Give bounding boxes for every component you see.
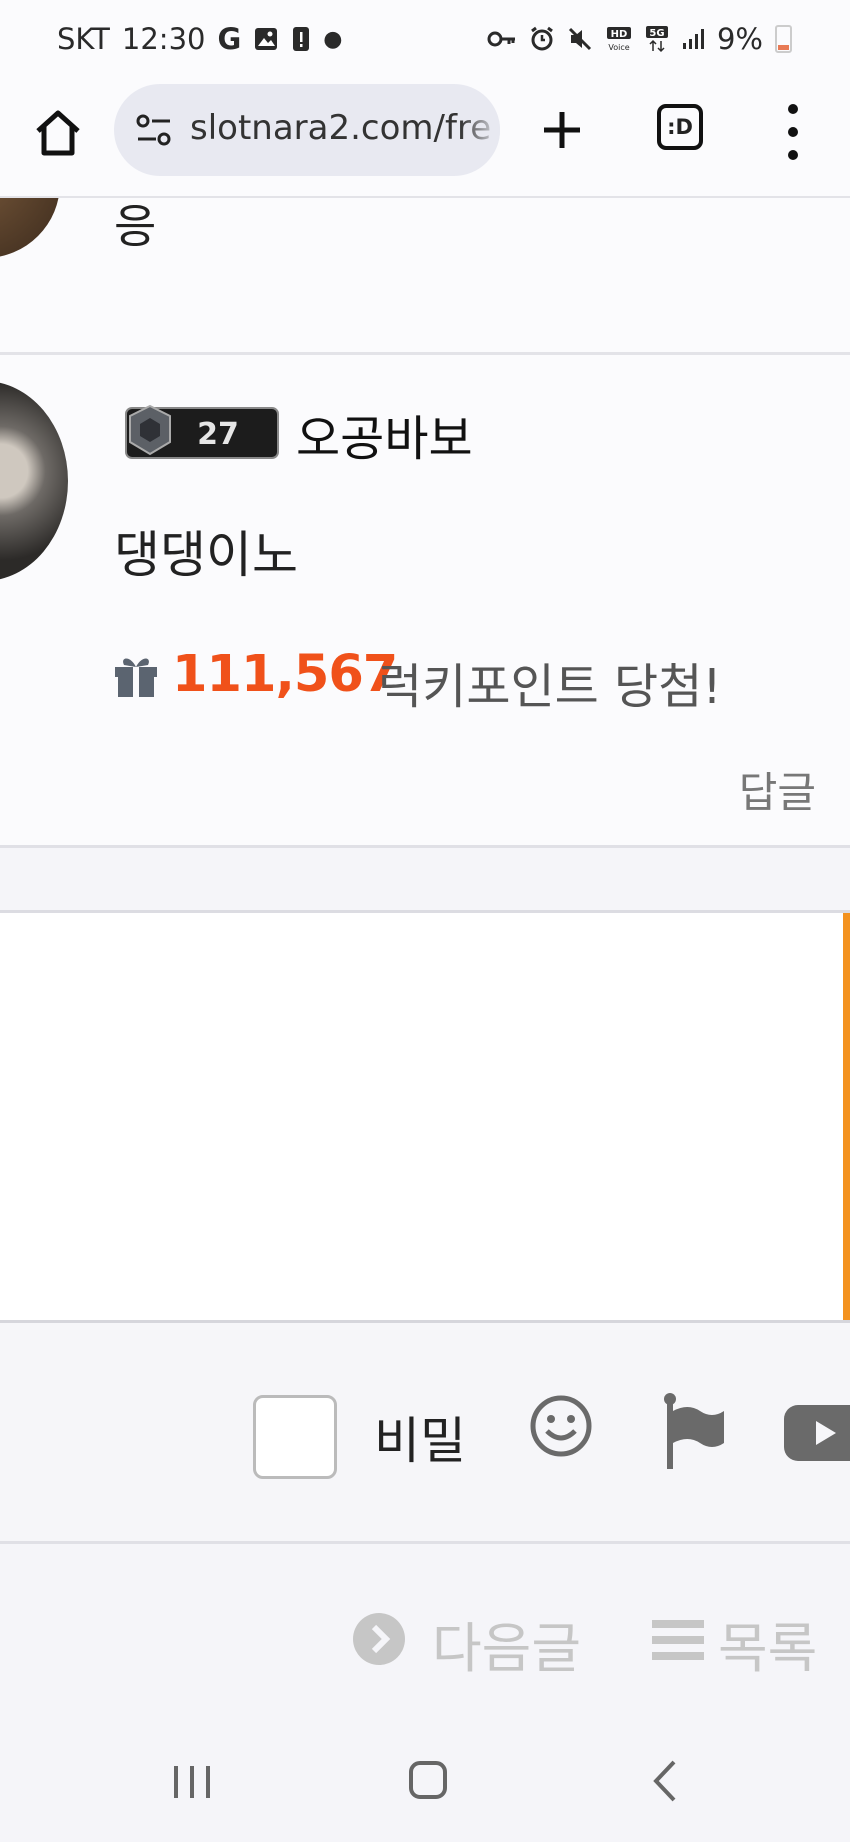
home-icon[interactable] [28,103,88,163]
status-left: SKT 12:30 G ● [57,22,342,56]
avatar[interactable] [0,198,60,258]
system-navigation-bar [0,1714,850,1842]
svg-text:5G: 5G [649,28,664,39]
tab-switcher-button[interactable]: :D [657,104,703,150]
alert-icon [293,27,310,51]
emoji-icon[interactable] [528,1393,594,1459]
recents-icon[interactable] [170,1762,214,1802]
status-bar: SKT 12:30 G ● HD Voice 5G 9% [0,0,850,80]
section-divider [0,848,850,913]
comment-text: 댕댕이노 [114,526,298,584]
new-tab-icon[interactable] [536,100,588,160]
status-right: HD Voice 5G 9% [487,22,792,56]
flag-icon[interactable] [662,1391,726,1471]
list-icon[interactable] [652,1618,704,1662]
reply-button[interactable]: 답글 [739,759,816,820]
comment-item: 27 오공바보 댕댕이노 111,567 럭키포인트 당첨! 답글 [0,355,850,848]
next-arrow-icon[interactable] [352,1612,406,1666]
carrier-label: SKT [57,22,110,56]
nickname[interactable]: 오공바보 [296,399,473,469]
alarm-icon [531,26,553,51]
lucky-points-value: 111,567 [172,645,398,704]
url-text: slotnara2.com/fre [190,108,492,148]
dot-icon: ● [323,26,343,52]
home-nav-icon[interactable] [408,1760,448,1800]
next-post-link[interactable]: 다음글 [432,1604,581,1683]
menu-dot [788,150,798,160]
battery-percent: 9% [716,22,763,56]
comment-text: 응 [114,199,157,253]
image-icon [255,28,278,50]
vpn-key-icon [487,31,515,47]
level-number: 27 [197,417,239,452]
svg-text:HD: HD [611,29,628,40]
battery-icon [775,25,792,53]
gift-icon [115,658,157,697]
secret-checkbox[interactable] [253,1395,337,1479]
google-icon: G [217,22,242,56]
svg-text:Voice: Voice [608,43,629,52]
tab-count: :D [667,115,693,139]
list-link[interactable]: 목록 [718,1604,817,1683]
site-settings-icon[interactable] [134,112,174,148]
signal-icon [682,29,704,49]
url-fade [460,84,500,176]
clock: 12:30 [121,22,206,56]
comment-toolbar: 비밀 [0,1323,850,1544]
hd-voice-icon: HD Voice [606,27,631,52]
comment-editor[interactable] [0,913,850,1323]
back-icon[interactable] [650,1758,680,1804]
post-navigation: 다음글 목록 [0,1544,850,1714]
level-badge: 27 [125,404,279,459]
avatar[interactable] [0,381,68,581]
browser-menu-button[interactable] [778,104,808,160]
editor-scroll-accent [843,913,850,1320]
menu-dot [788,127,798,137]
lucky-points-label: 럭키포인트 당첨! [378,659,722,715]
5g-icon: 5G [645,26,668,53]
comment-item: 응 [0,198,850,355]
secret-label: 비밀 [374,1412,466,1470]
address-bar[interactable]: slotnara2.com/fre [114,84,500,176]
menu-dot [788,104,798,114]
mute-icon [568,27,592,51]
youtube-icon[interactable] [784,1405,850,1461]
